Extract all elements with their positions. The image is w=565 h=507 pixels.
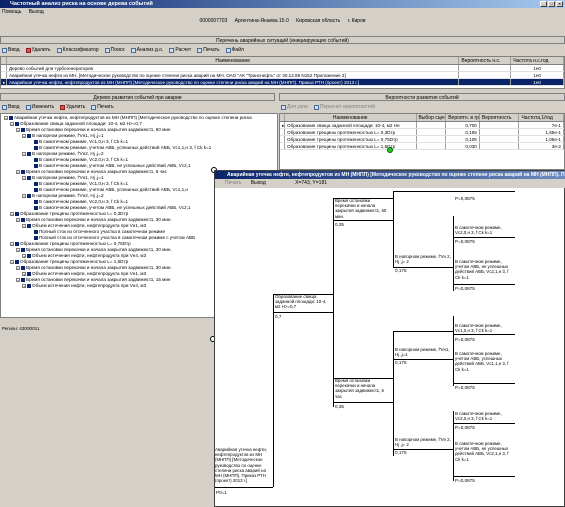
scen-calc-button[interactable]: Расчет	[169, 47, 191, 53]
scen-analysis-button[interactable]: Анализ д.о.	[130, 47, 163, 53]
delete-icon	[60, 104, 66, 110]
resize-handle-active[interactable]	[387, 147, 393, 153]
object-region: Кировская область	[296, 18, 341, 24]
minimize-button[interactable]: _	[540, 1, 547, 7]
prob-panel-title: Вероятности развития событий	[279, 93, 565, 101]
diagram-root-prob: P0=1	[216, 490, 227, 495]
object-city: г. Киров	[347, 18, 366, 24]
calculator-icon	[169, 47, 175, 53]
classifier-icon	[56, 47, 62, 53]
close-button[interactable]: ×	[556, 1, 563, 7]
tree-icon	[130, 47, 136, 53]
prob-table: Наименование Выбор сценария Вероятн. в г…	[279, 113, 565, 170]
prob-toolbar: Для узла Пересчет вероятностей	[279, 102, 565, 112]
table-row-selected[interactable]: ▸ Аварийная утечка нефти, нефтепродуктов…	[1, 79, 564, 86]
recalc-icon	[313, 104, 319, 110]
diagram-level1-prob: 0,7	[275, 314, 282, 319]
menu-help[interactable]: Помощь	[2, 9, 21, 15]
add-icon	[2, 47, 7, 53]
diagram-level2-upper-text: Время остановки перекачки и начала закры…	[335, 198, 387, 219]
object-info: 0000007703 Аргентина-Янаева 15.0 Кировск…	[0, 17, 565, 26]
object-code: 0000007703	[199, 18, 228, 24]
diagram-leaf-text: В самотечном режиме, учетом АВБ, не успе…	[455, 259, 509, 280]
diagram-leaf-prob: P=0,0875	[455, 239, 475, 244]
search-icon	[104, 47, 110, 53]
menu-exit[interactable]: Выход	[29, 9, 44, 15]
for-node-button[interactable]: Для узла	[281, 104, 308, 110]
diagram-level1-text: Образование свища заданной площади: 10-4…	[275, 294, 327, 310]
diagram-leaf-prob: P=0,0875	[455, 478, 475, 483]
tree-add-button[interactable]: Ввод	[2, 104, 20, 110]
table-row[interactable]: Образование трещины протяженностью L= 0,…	[280, 129, 564, 136]
diagram-leaf-text: В самотечном режиме, Vc2,0,н 3, f Ck k=1	[455, 411, 502, 422]
tree-panel-title: Дерево развития событий при аварии	[0, 93, 275, 101]
window-title: Частотный анализ риска на основе дерева …	[0, 0, 565, 8]
scen-delete-button[interactable]: Удалить	[25, 47, 51, 53]
diagram-level3-b-text: В напорном режиме, f'Vн1, Hj ,j=1	[395, 347, 450, 358]
diagram-leaf-prob: P=0,0875	[455, 425, 475, 430]
tree-edit-button[interactable]: Изменить	[25, 104, 54, 110]
diagram-leaf-prob: P=0,0875	[455, 286, 475, 291]
table-row[interactable]: Образование трещины протяженностью L= 1,…	[280, 143, 564, 150]
diagram-leaf-prob: P=0,0875	[455, 385, 475, 390]
diagram-window-title: Аварийная утечка нефти, нефтепродуктов и…	[215, 171, 565, 179]
scenarios-table: Наименование Вероятность н.с. Частота н.…	[0, 56, 565, 89]
diagram-level3-b-prob: 0,175	[395, 360, 407, 365]
diagram-level2-lower-prob: 0,35	[335, 404, 344, 409]
scenarios-title: Перечень аварийных ситуаций (инициирующи…	[0, 36, 565, 44]
diagram-print-button[interactable]: Печать	[225, 180, 241, 186]
diagram-level3-c-text: В напорном режиме, f'Vн 2, Hj ,j= 2	[395, 437, 451, 448]
delete-icon	[25, 47, 31, 53]
scen-file-button[interactable]: Файл	[225, 47, 244, 53]
menu-bar: Помощь Выход	[0, 8, 565, 16]
node-icon	[281, 104, 286, 110]
maximize-button[interactable]: □	[548, 1, 555, 7]
scen-add-button[interactable]: Ввод	[2, 47, 20, 53]
scenarios-toolbar: Ввод Удалить Классификатор Поиск Анализ …	[0, 45, 565, 55]
diagram-leaf-prob: P=0,0875	[455, 337, 475, 342]
diagram-root-text: Аварийная утечка нефти, нефтепродуктов и…	[215, 447, 267, 484]
diagram-level3-c-prob: 0,175	[395, 450, 407, 455]
diagram-leaf-text: В самотечном режиме, Vc1,0,н 3, f Ck k=1	[455, 323, 502, 334]
printer-icon	[91, 104, 97, 110]
object-address: Аргентина-Янаева 15.0	[234, 18, 289, 24]
diagram-level2-upper-prob: 0,35	[335, 222, 344, 227]
status-region: Регион: 43000011	[2, 326, 40, 331]
printer-icon	[197, 47, 203, 53]
tree-node[interactable]: + Объем истечения нефти, нефтепродукта пр…	[22, 283, 146, 289]
table-row[interactable]: Образование трещины протяженностью L= 0,…	[280, 136, 564, 143]
recalc-button[interactable]: Пересчет вероятностей	[313, 104, 375, 110]
add-icon	[2, 104, 7, 110]
scen-search-button[interactable]: Поиск	[104, 47, 125, 53]
diagram-leaf-text: В самотечном режиме, учетом АВБ, не успе…	[455, 441, 509, 462]
tree-delete-button[interactable]: Удалить	[60, 104, 85, 110]
diagram-level3-a-text: В напорном режиме, f'Vн 2, Hj ,j= 2	[395, 254, 451, 265]
edit-icon	[25, 104, 31, 110]
diagram-leaf-prob: P=0,0875	[455, 196, 475, 201]
scen-classifier-button[interactable]: Классификатор	[56, 47, 99, 53]
diagram-exit-button[interactable]: Выход	[251, 180, 266, 186]
diagram-toolbar: Печать Выход X=743, Y=181	[215, 179, 565, 188]
scenarios-header: Наименование Вероятность н.с. Частота н.…	[1, 57, 564, 65]
diagram-leaf-text: В самотечном режиме, Vc2,0,н 3, f Ck k=1	[455, 225, 502, 236]
table-row[interactable]: Дерево событий для турбогенераторов 1e0	[1, 65, 564, 72]
prob-header: Наименование Выбор сценария Вероятн. в г…	[280, 114, 564, 122]
diagram-level2-lower-text: Время остановки перекачки и начала закры…	[335, 378, 384, 399]
event-tree-diagram-window: Аварийная утечка нефти, нефтепродуктов и…	[214, 170, 565, 507]
file-icon	[225, 47, 231, 53]
diagram-level3-a-prob: 0,175	[395, 268, 407, 273]
tree-print-button[interactable]: Печать	[91, 104, 114, 110]
table-row[interactable]: ▸ Образование свища заданной площади: 10…	[280, 122, 564, 129]
scen-print-button[interactable]: Печать	[197, 47, 220, 53]
diagram-leaf-text: В самотечном режиме, учетом АВБ, успешны…	[455, 351, 509, 372]
tree-toolbar: Ввод Изменить Удалить Печать	[0, 102, 275, 112]
table-row[interactable]: Аварийная утечка нефти из МН. [Методичес…	[1, 72, 564, 79]
cursor-coords: X=743, Y=181	[295, 180, 328, 186]
